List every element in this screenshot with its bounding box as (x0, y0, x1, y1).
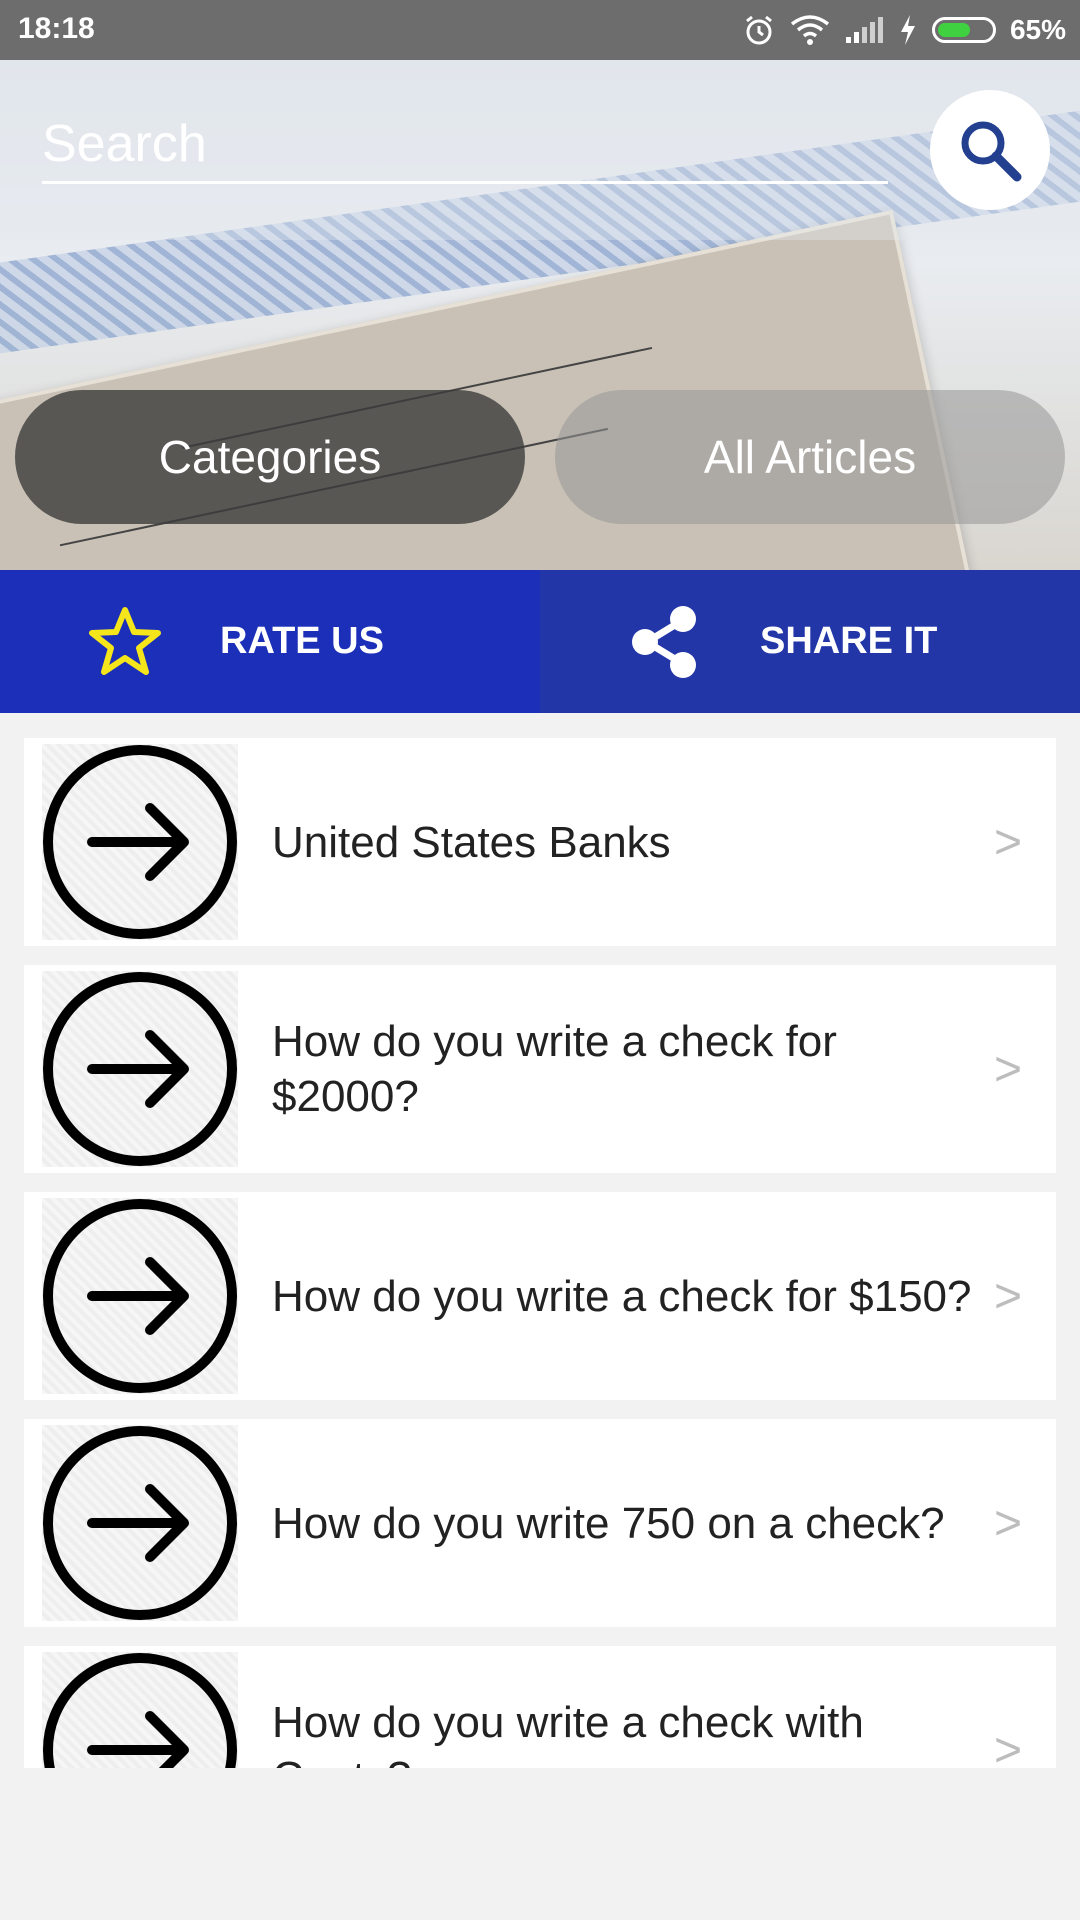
arrow-circle-icon (42, 1425, 238, 1621)
rate-us-button[interactable]: RATE US (0, 570, 540, 713)
list-item-title: How do you write a check for $2000? (272, 1017, 837, 1121)
share-it-button[interactable]: SHARE IT (540, 570, 1080, 713)
status-icons: 65% (742, 8, 1066, 52)
action-bar: RATE US SHARE IT (0, 570, 1080, 713)
share-icon (620, 597, 710, 687)
list-item[interactable]: How do you write 750 on a check? > (24, 1419, 1056, 1627)
arrow-circle-icon (42, 971, 238, 1167)
all-articles-button[interactable]: All Articles (555, 390, 1065, 524)
battery-percent: 65% (1009, 14, 1066, 45)
rate-us-label: RATE US (220, 620, 384, 662)
list-item-title: How do you write a check with Cents? (272, 1698, 864, 1768)
list-item-title: United States Banks (272, 817, 671, 867)
alarm-icon (746, 15, 772, 45)
list-item-title: How do you write a check for $150? (272, 1271, 972, 1321)
status-bar: 18:18 65% (0, 0, 1080, 60)
status-time: 18:18 (18, 12, 95, 45)
search-input[interactable]: Search (42, 110, 888, 184)
list-item[interactable]: United States Banks > (24, 738, 1056, 946)
star-icon (80, 597, 170, 687)
signal-icon (845, 17, 883, 43)
search-icon (961, 121, 1022, 182)
chevron-right-icon: > (993, 1042, 1022, 1096)
charging-icon (900, 15, 915, 45)
chevron-right-icon: > (993, 815, 1022, 869)
chevron-right-icon: > (993, 1496, 1022, 1550)
categories-button[interactable]: Categories (15, 390, 525, 524)
list-item[interactable]: How do you write a check for $2000? > (24, 965, 1056, 1173)
chevron-right-icon: > (993, 1269, 1022, 1323)
arrow-circle-icon (42, 1198, 238, 1394)
list-item-title: How do you write 750 on a check? (272, 1498, 945, 1548)
search-button[interactable] (930, 90, 1050, 210)
wifi-icon (790, 15, 830, 45)
battery-fill (937, 23, 970, 37)
list-item[interactable]: How do you write a check with Cents? > (24, 1646, 1056, 1768)
arrow-circle-icon (42, 1652, 238, 1768)
chevron-right-icon: > (993, 1723, 1022, 1769)
list-item[interactable]: How do you write a check for $150? > (24, 1192, 1056, 1400)
arrow-circle-icon (42, 744, 238, 940)
battery-icon (931, 17, 996, 43)
share-it-label: SHARE IT (760, 620, 938, 662)
article-list: United States Banks > How do you write a… (24, 738, 1056, 1768)
